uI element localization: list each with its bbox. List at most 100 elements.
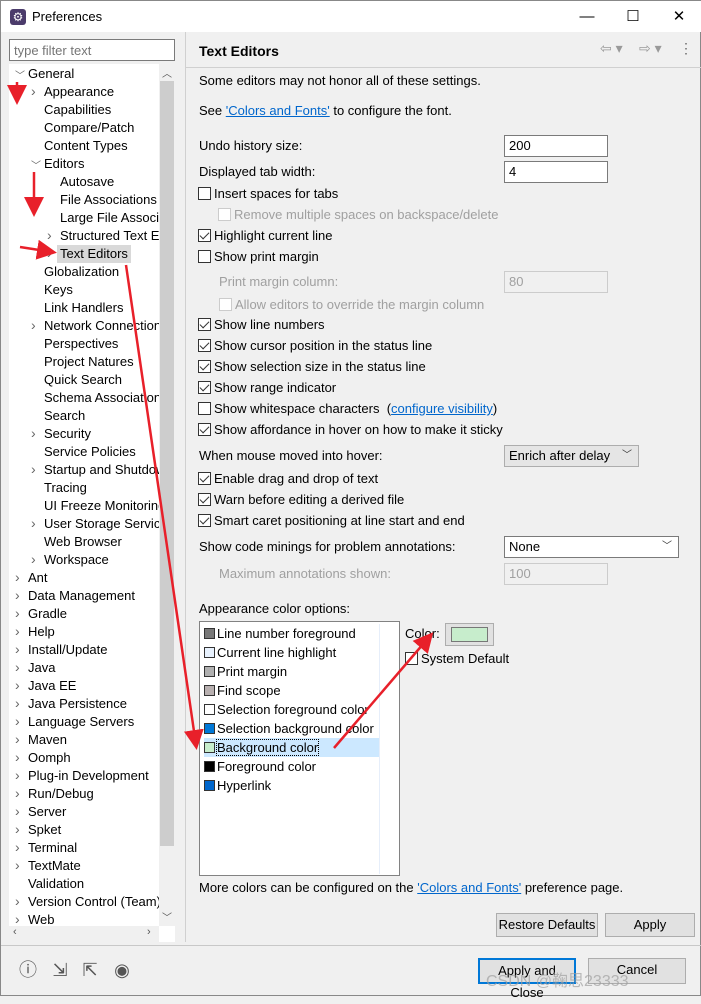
chevron-right-icon[interactable]: › [15, 623, 20, 639]
tree-item[interactable]: Large File Associations [57, 209, 175, 227]
tree-item[interactable]: Version Control (Team) [25, 893, 164, 911]
chevron-right-icon[interactable]: › [15, 695, 20, 711]
checkbox-box[interactable] [198, 187, 211, 200]
checkbox-box[interactable] [198, 514, 211, 527]
chevron-right-icon[interactable]: › [31, 425, 36, 441]
tree-item[interactable]: Service Policies [41, 443, 139, 461]
chevron-right-icon[interactable]: › [31, 83, 36, 99]
checkbox-box[interactable] [198, 402, 211, 415]
filter-input[interactable] [9, 39, 175, 61]
tree-item[interactable]: Workspace [41, 551, 112, 569]
tree-item[interactable]: Quick Search [41, 371, 125, 389]
tree-horizontal-scrollbar[interactable]: ‹ › [9, 926, 159, 942]
checkbox-show-whitespace-characters[interactable]: Show whitespace characters (configure vi… [198, 400, 497, 418]
tree-item[interactable]: Server [25, 803, 69, 821]
tree-item[interactable]: Run/Debug [25, 785, 97, 803]
checkbox-box[interactable] [198, 229, 211, 242]
tree-item[interactable]: Compare/Patch [41, 119, 137, 137]
record-icon[interactable]: ◉ [111, 959, 133, 981]
apply-button[interactable]: Apply [605, 913, 695, 937]
tree-item[interactable]: User Storage Service [41, 515, 171, 533]
checkbox-box[interactable] [198, 360, 211, 373]
checkbox-remove-multiple-spaces-on-back[interactable]: Remove multiple spaces on backspace/dele… [218, 206, 498, 224]
chevron-right-icon[interactable]: › [15, 641, 20, 657]
chevron-right-icon[interactable]: › [31, 317, 36, 333]
maximize-button[interactable]: ☐ [610, 1, 656, 32]
tree-scroll-thumb[interactable] [160, 81, 174, 846]
tree-item[interactable]: Security [41, 425, 94, 443]
checkbox-box[interactable] [405, 652, 418, 665]
chevron-right-icon[interactable]: › [15, 749, 20, 765]
checkbox-box[interactable] [198, 250, 211, 263]
tree-item[interactable]: Text Editors [57, 245, 131, 263]
export-icon[interactable]: ⇱ [79, 959, 101, 981]
tab-width-input[interactable]: 4 [504, 161, 608, 183]
chevron-right-icon[interactable]: › [47, 227, 52, 243]
scroll-right-icon[interactable]: › [147, 926, 151, 938]
chevron-right-icon[interactable]: › [15, 821, 20, 837]
tree-item[interactable]: Startup and Shutdown [41, 461, 175, 479]
tree-item[interactable]: Java [25, 659, 58, 677]
color-option[interactable]: Line number foreground [204, 624, 379, 643]
chevron-right-icon[interactable]: › [15, 785, 20, 801]
chevron-right-icon[interactable]: › [15, 731, 20, 747]
color-options-list[interactable]: Line number foreground Current line highl… [199, 621, 400, 876]
tree-item[interactable]: Help [25, 623, 58, 641]
tree-item[interactable]: Maven [25, 731, 70, 749]
checkbox-box[interactable] [198, 472, 211, 485]
tree-item[interactable]: Content Types [41, 137, 131, 155]
checkbox-show-print-margin[interactable]: Show print margin [198, 248, 319, 266]
checkbox-warn-before-editing-a-derived-[interactable]: Warn before editing a derived file [198, 491, 404, 509]
tree-item[interactable]: Terminal [25, 839, 80, 857]
tree-item[interactable]: Spket [25, 821, 64, 839]
tree-item[interactable]: General [25, 65, 77, 83]
chevron-right-icon[interactable]: › [15, 569, 20, 585]
tree-item[interactable]: Install/Update [25, 641, 111, 659]
tree-item[interactable]: Ant [25, 569, 51, 587]
checkbox-show-affordance-in-hover-on-ho[interactable]: Show affordance in hover on how to make … [198, 421, 503, 439]
colors-fonts-link-2[interactable]: 'Colors and Fonts' [417, 880, 521, 895]
tree-item[interactable]: Tracing [41, 479, 90, 497]
chevron-right-icon[interactable]: › [47, 245, 52, 261]
checkbox-box[interactable] [198, 493, 211, 506]
color-option[interactable]: Selection foreground color [204, 700, 379, 719]
tree-item[interactable]: Link Handlers [41, 299, 127, 317]
chevron-down-icon[interactable]: ﹀ [31, 157, 41, 172]
restore-defaults-button[interactable]: Restore Defaults [496, 913, 598, 937]
tree-item[interactable]: Structured Text Editors [57, 227, 175, 245]
minings-select[interactable]: None ﹀ [504, 536, 679, 558]
colors-fonts-link[interactable]: 'Colors and Fonts' [226, 103, 330, 118]
tree-item[interactable]: Globalization [41, 263, 122, 281]
checkbox-enable-drag-and-drop-of-text[interactable]: Enable drag and drop of text [198, 470, 378, 488]
color-picker-button[interactable] [445, 623, 494, 646]
tree-item[interactable]: Schema Associations [41, 389, 171, 407]
tree-item[interactable]: Network Connections [41, 317, 171, 335]
checkbox-smart-caret-positioning-at-lin[interactable]: Smart caret positioning at line start an… [198, 512, 465, 530]
tree-item[interactable]: Data Management [25, 587, 138, 605]
color-option[interactable]: Current line highlight [204, 643, 379, 662]
forward-icon[interactable]: ⇨ ▾ [639, 40, 662, 57]
tree-item[interactable]: Oomph [25, 749, 74, 767]
color-option[interactable]: Hyperlink [204, 776, 379, 795]
checkbox-show-cursor-position-in-the-st[interactable]: Show cursor position in the status line [198, 337, 432, 355]
chevron-right-icon[interactable]: › [15, 857, 20, 873]
chevron-right-icon[interactable]: › [31, 551, 36, 567]
tree-item[interactable]: TextMate [25, 857, 84, 875]
back-icon[interactable]: ⇦ ▾ [600, 40, 623, 57]
tree-item[interactable]: Search [41, 407, 88, 425]
max-annotations-input[interactable]: 100 [504, 563, 608, 585]
checkbox-box[interactable] [219, 298, 232, 311]
checkbox-show-range-indicator[interactable]: Show range indicator [198, 379, 336, 397]
chevron-right-icon[interactable]: › [15, 893, 20, 909]
chevron-right-icon[interactable]: › [15, 767, 20, 783]
tree-item[interactable]: Java Persistence [25, 695, 130, 713]
tree-item[interactable]: File Associations [57, 191, 160, 209]
chevron-right-icon[interactable]: › [15, 677, 20, 693]
tree-item[interactable]: Keys [41, 281, 76, 299]
chevron-right-icon[interactable]: › [31, 515, 36, 531]
help-icon[interactable]: ⓘ [17, 959, 39, 981]
close-button[interactable]: ✕ [656, 1, 701, 32]
configure-visibility-link[interactable]: configure visibility [391, 401, 493, 416]
checkbox-highlight-current-line[interactable]: Highlight current line [198, 227, 333, 245]
color-option[interactable]: Find scope [204, 681, 379, 700]
